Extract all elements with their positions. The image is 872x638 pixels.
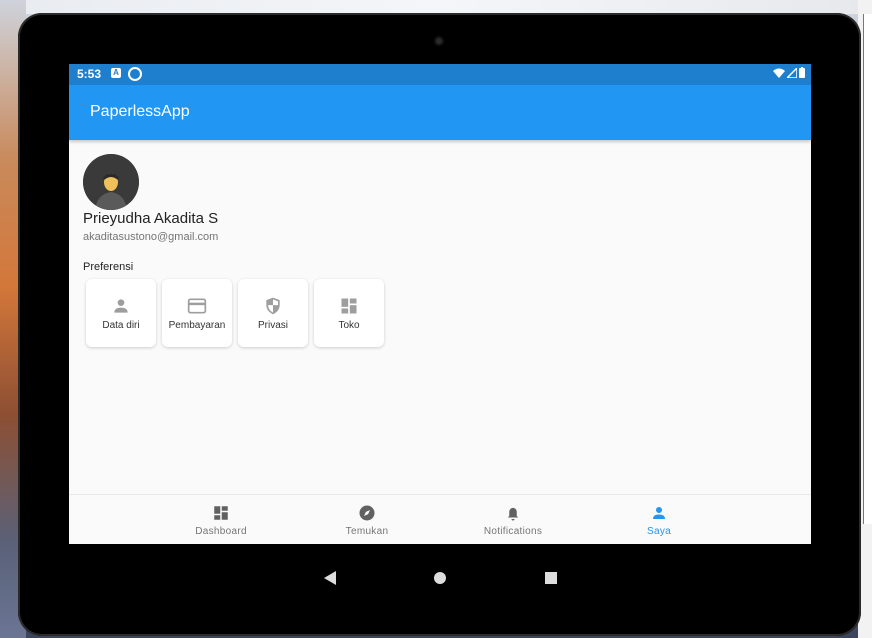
back-button[interactable] bbox=[324, 571, 336, 585]
home-button[interactable] bbox=[434, 572, 446, 584]
person-icon bbox=[114, 298, 128, 313]
nav-label: Temukan bbox=[345, 525, 389, 537]
app-title: PaperlessApp bbox=[90, 103, 190, 120]
tile-label: Toko bbox=[338, 319, 360, 331]
profile-name: Prieyudha Akadita S bbox=[83, 210, 219, 227]
recent-apps-button[interactable] bbox=[545, 572, 557, 584]
system-navigation-bar bbox=[18, 557, 861, 597]
dashboard-icon bbox=[214, 505, 228, 520]
tile-pembayaran[interactable]: Pembayaran bbox=[162, 279, 232, 347]
avatar-person-icon bbox=[83, 154, 139, 210]
sync-icon bbox=[128, 67, 142, 81]
tile-toko[interactable]: Toko bbox=[314, 279, 384, 347]
signal-icon bbox=[787, 67, 797, 78]
compass-icon bbox=[359, 505, 375, 520]
shield-icon bbox=[266, 297, 280, 314]
notification-a-icon: A bbox=[111, 68, 121, 78]
bottom-navigation: Dashboard Temukan Notifications Saya bbox=[69, 494, 811, 544]
app-screen: 5:53 A PaperlessApp Prieyudha Akadita S … bbox=[69, 64, 811, 544]
camera-icon bbox=[434, 36, 444, 46]
app-bar: PaperlessApp bbox=[69, 85, 811, 140]
avatar[interactable] bbox=[83, 154, 139, 210]
preferences-grid: Data diri Pembayaran Privasi Toko bbox=[86, 279, 384, 347]
tile-data-diri[interactable]: Data diri bbox=[86, 279, 156, 347]
tile-privasi[interactable]: Privasi bbox=[238, 279, 308, 347]
profile-email: akaditasustono@gmail.com bbox=[83, 231, 219, 243]
desktop-top-bar bbox=[0, 0, 872, 14]
nav-dashboard[interactable]: Dashboard bbox=[161, 495, 281, 544]
wifi-icon bbox=[773, 68, 785, 78]
nav-label: Notifications bbox=[483, 525, 543, 537]
profile-page: Prieyudha Akadita S akaditasustono@gmail… bbox=[69, 140, 811, 494]
person-icon bbox=[653, 506, 665, 519]
battery-icon bbox=[799, 67, 805, 78]
preferences-heading: Preferensi bbox=[83, 261, 134, 273]
status-bar: 5:53 A bbox=[69, 64, 811, 85]
status-time: 5:53 bbox=[77, 67, 102, 81]
tile-label: Privasi bbox=[257, 319, 288, 331]
bell-icon bbox=[507, 507, 519, 520]
tile-label: Pembayaran bbox=[168, 319, 226, 331]
nav-label: Saya bbox=[647, 525, 671, 537]
nav-label: Dashboard bbox=[195, 525, 247, 537]
nav-temukan[interactable]: Temukan bbox=[307, 495, 427, 544]
dashboard-icon bbox=[341, 298, 357, 313]
nav-saya[interactable]: Saya bbox=[599, 495, 719, 544]
nav-notifications[interactable]: Notifications bbox=[453, 495, 573, 544]
tile-label: Data diri bbox=[102, 319, 140, 331]
credit-card-icon bbox=[187, 298, 207, 313]
